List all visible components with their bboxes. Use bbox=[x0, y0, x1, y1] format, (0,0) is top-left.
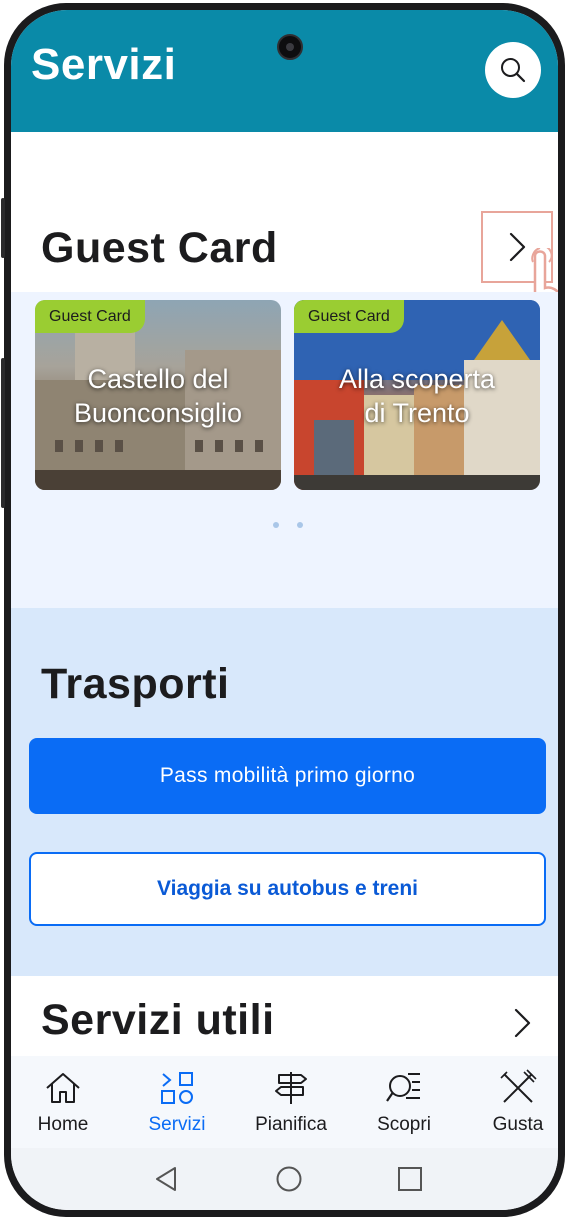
nav-item-servizi[interactable]: Servizi bbox=[127, 1068, 227, 1136]
search-icon bbox=[501, 58, 526, 83]
card-tag: Guest Card bbox=[294, 300, 404, 333]
guest-card-item[interactable]: Guest Card Castello del Buonconsiglio bbox=[35, 300, 281, 490]
nav-item-home[interactable]: Home bbox=[13, 1068, 113, 1136]
servizi-utili-more-button[interactable] bbox=[511, 1006, 533, 1045]
nav-item-pianifica[interactable]: Pianifica bbox=[241, 1068, 341, 1136]
trasporti-title: Trasporti bbox=[41, 660, 230, 708]
pass-mobilita-button[interactable]: Pass mobilità primo giorno bbox=[29, 738, 546, 814]
servizi-utili-title: Servizi utili bbox=[41, 996, 275, 1044]
carousel-dot[interactable] bbox=[273, 522, 279, 528]
nav-label: Servizi bbox=[148, 1114, 206, 1135]
bus-train-button[interactable]: Viaggia su autobus e treni bbox=[29, 852, 546, 926]
nav-item-scopri[interactable]: Scopri bbox=[354, 1068, 454, 1136]
guest-card-carousel[interactable]: Guest Card Castello del Buonconsiglio Gu… bbox=[11, 292, 558, 608]
screen: Servizi Guest Card Guest Card Castello d… bbox=[11, 10, 558, 1210]
nav-label: Home bbox=[37, 1114, 89, 1135]
guest-card-title: Guest Card bbox=[41, 224, 278, 272]
card-title: Castello del Buonconsiglio bbox=[73, 364, 243, 428]
nav-item-gusta[interactable]: Gusta bbox=[468, 1068, 558, 1136]
chevron-right-icon bbox=[514, 1008, 531, 1038]
back-icon[interactable] bbox=[153, 1165, 179, 1193]
card-title: Alla scoperta di Trento bbox=[338, 364, 496, 428]
home-circle-icon[interactable] bbox=[275, 1165, 303, 1193]
bottom-navigation: Home Servizi Pianifica Scopri Gusta bbox=[11, 1056, 558, 1148]
nav-label: Scopri bbox=[377, 1114, 431, 1135]
guest-card-item[interactable]: Guest Card Alla scoperta di Trento bbox=[294, 300, 540, 490]
fork-knife-icon bbox=[500, 1069, 537, 1103]
app-header: Servizi bbox=[11, 10, 558, 132]
system-nav-bar bbox=[11, 1148, 558, 1210]
nav-label: Pianifica bbox=[255, 1114, 327, 1135]
card-tag: Guest Card bbox=[35, 300, 145, 333]
volume-button bbox=[1, 198, 5, 258]
front-camera bbox=[277, 34, 303, 60]
signpost-icon bbox=[275, 1072, 307, 1104]
page-title: Servizi bbox=[31, 40, 177, 89]
services-icon bbox=[161, 1072, 193, 1104]
search-button[interactable] bbox=[485, 42, 541, 98]
nav-label: Gusta bbox=[492, 1114, 544, 1135]
recents-icon[interactable] bbox=[397, 1166, 423, 1192]
home-icon bbox=[46, 1073, 80, 1103]
phone-frame: Servizi Guest Card Guest Card Castello d… bbox=[1, 3, 565, 1217]
carousel-dot[interactable] bbox=[297, 522, 303, 528]
side-button bbox=[1, 358, 5, 508]
discover-icon bbox=[386, 1073, 420, 1102]
